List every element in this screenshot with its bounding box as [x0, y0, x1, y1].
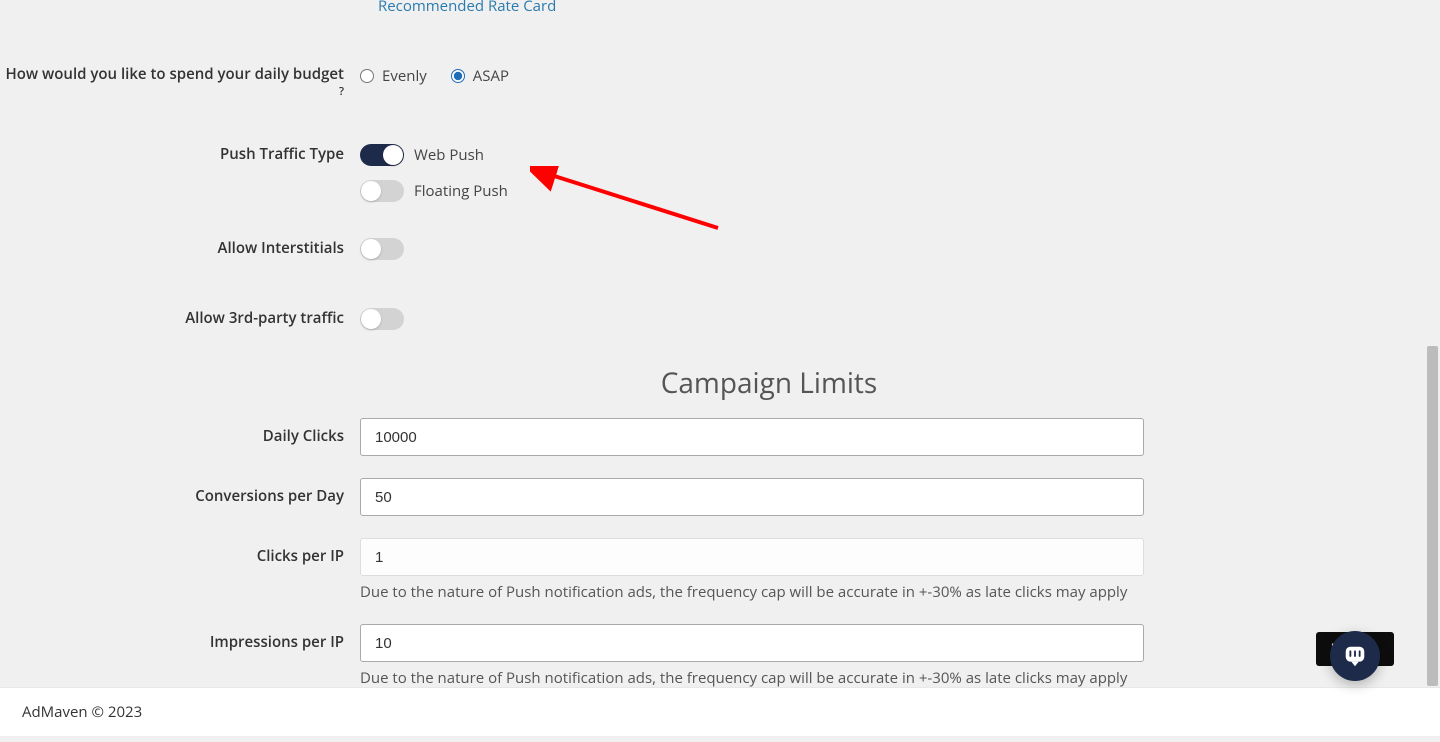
toggle-knob	[361, 181, 381, 201]
chat-launcher[interactable]	[1330, 631, 1380, 681]
budget-radio-group: Evenly ASAP	[360, 60, 1160, 86]
impressions-ip-helper: Due to the nature of Push notification a…	[360, 668, 1160, 688]
floating-push-toggle[interactable]	[360, 180, 404, 202]
budget-label: How would you like to spend your daily b…	[0, 60, 360, 106]
clicks-ip-input[interactable]	[360, 538, 1144, 576]
thirdparty-toggle-row	[360, 304, 1160, 330]
conversions-row: Conversions per Day	[0, 478, 1440, 516]
floating-push-row: Floating Push	[360, 176, 1160, 202]
interstitials-controls	[360, 234, 1160, 270]
chat-icon	[1342, 643, 1368, 669]
push-traffic-label: Push Traffic Type	[0, 140, 360, 164]
radio-evenly-input[interactable]	[360, 69, 374, 83]
impressions-ip-controls: Due to the nature of Push notification a…	[360, 624, 1160, 688]
clicks-ip-label: Clicks per IP	[0, 538, 360, 566]
campaign-limits-section: Campaign Limits	[377, 364, 1161, 402]
radio-evenly[interactable]: Evenly	[360, 66, 427, 86]
interstitials-toggle[interactable]	[360, 238, 404, 260]
web-push-toggle[interactable]	[360, 144, 404, 166]
budget-row: How would you like to spend your daily b…	[0, 60, 1440, 106]
toggle-knob	[361, 239, 381, 259]
radio-evenly-label: Evenly	[382, 66, 427, 86]
clicks-ip-controls: Due to the nature of Push notification a…	[360, 538, 1160, 602]
impressions-ip-row: Impressions per IP Due to the nature of …	[0, 624, 1440, 688]
push-traffic-controls: Web Push Floating Push	[360, 140, 1160, 212]
clicks-ip-helper: Due to the nature of Push notification a…	[360, 582, 1160, 602]
radio-asap-label: ASAP	[473, 66, 509, 86]
interstitials-row: Allow Interstitials	[0, 234, 1440, 270]
conversions-controls	[360, 478, 1160, 516]
budget-controls: Evenly ASAP	[360, 60, 1160, 86]
recommended-rate-card-link[interactable]: Recommended Rate Card	[378, 0, 556, 16]
thirdparty-toggle[interactable]	[360, 308, 404, 330]
scrollbar[interactable]	[1425, 0, 1440, 694]
scrollbar-thumb[interactable]	[1427, 346, 1438, 686]
daily-clicks-label: Daily Clicks	[0, 418, 360, 446]
thirdparty-controls	[360, 304, 1160, 340]
interstitials-toggle-row	[360, 234, 1160, 260]
thirdparty-row: Allow 3rd-party traffic	[0, 304, 1440, 340]
help-icon[interactable]: ?	[339, 84, 344, 99]
campaign-limits-title: Campaign Limits	[377, 364, 1161, 402]
interstitials-label: Allow Interstitials	[0, 234, 360, 258]
conversions-input[interactable]	[360, 478, 1144, 516]
daily-clicks-row: Daily Clicks	[0, 418, 1440, 456]
web-push-row: Web Push	[360, 140, 1160, 166]
radio-asap[interactable]: ASAP	[451, 66, 509, 86]
daily-clicks-controls	[360, 418, 1160, 456]
impressions-ip-label: Impressions per IP	[0, 624, 360, 652]
thirdparty-label: Allow 3rd-party traffic	[0, 304, 360, 328]
impressions-ip-input[interactable]	[360, 624, 1144, 662]
form-page: Recommended Rate Card How would you like…	[0, 0, 1440, 694]
toggle-knob	[383, 145, 403, 165]
push-traffic-row: Push Traffic Type Web Push Floating Push	[0, 140, 1440, 212]
footer-text: AdMaven © 2023	[22, 702, 142, 722]
budget-label-text: How would you like to spend your daily b…	[5, 64, 344, 84]
web-push-toggle-label: Web Push	[414, 145, 484, 165]
floating-push-toggle-label: Floating Push	[414, 181, 508, 201]
clicks-ip-row: Clicks per IP Due to the nature of Push …	[0, 538, 1440, 602]
rate-card-row: Recommended Rate Card	[378, 0, 1440, 16]
footer: AdMaven © 2023	[0, 687, 1440, 736]
radio-asap-input[interactable]	[451, 69, 465, 83]
toggle-knob	[361, 309, 381, 329]
conversions-label: Conversions per Day	[0, 478, 360, 506]
daily-clicks-input[interactable]	[360, 418, 1144, 456]
